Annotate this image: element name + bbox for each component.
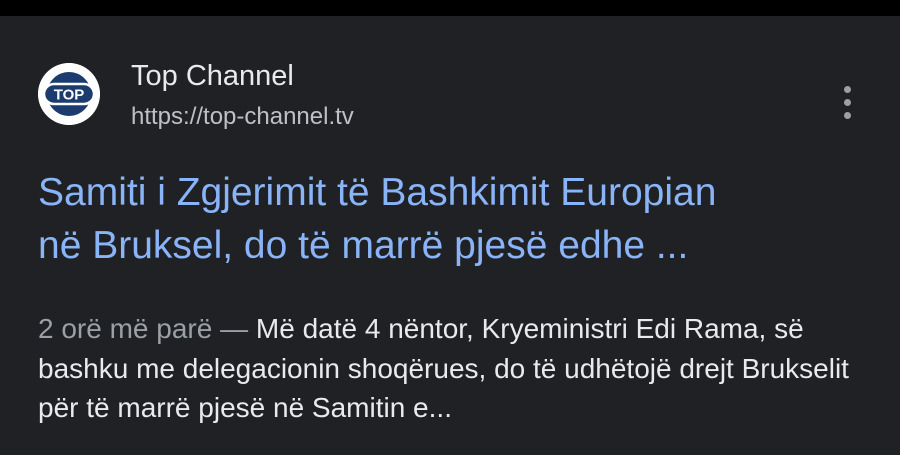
result-source-row[interactable]: TOP Top Channel https://top-channel.tv xyxy=(38,60,868,143)
source-url: https://top-channel.tv xyxy=(131,103,354,130)
more-vert-icon-dot xyxy=(844,99,851,106)
search-result-card[interactable]: TOP Top Channel https://top-channel.tv S… xyxy=(0,16,900,455)
top-channel-logo-icon: TOP xyxy=(38,63,100,125)
more-vert-icon-dot xyxy=(844,86,851,93)
snippet-separator: — xyxy=(220,313,249,344)
status-bar-strip xyxy=(0,0,900,16)
result-title-line-1: Samiti i Zgjerimit të Bashkimit Europian xyxy=(38,171,717,214)
result-title-link[interactable]: Samiti i Zgjerimit të Bashkimit Europian… xyxy=(38,166,878,272)
result-title-line-2: në Bruksel, do të marrë pjesë edhe ... xyxy=(38,224,689,267)
result-time: 2 orë më parë xyxy=(38,313,213,344)
result-snippet: 2 orë më parë — Më datë 4 nëntor, Kryemi… xyxy=(38,309,878,428)
svg-text:TOP: TOP xyxy=(54,87,85,104)
more-options-button[interactable] xyxy=(834,83,862,123)
more-vert-icon-dot xyxy=(844,112,851,119)
source-name: Top Channel xyxy=(131,60,294,92)
